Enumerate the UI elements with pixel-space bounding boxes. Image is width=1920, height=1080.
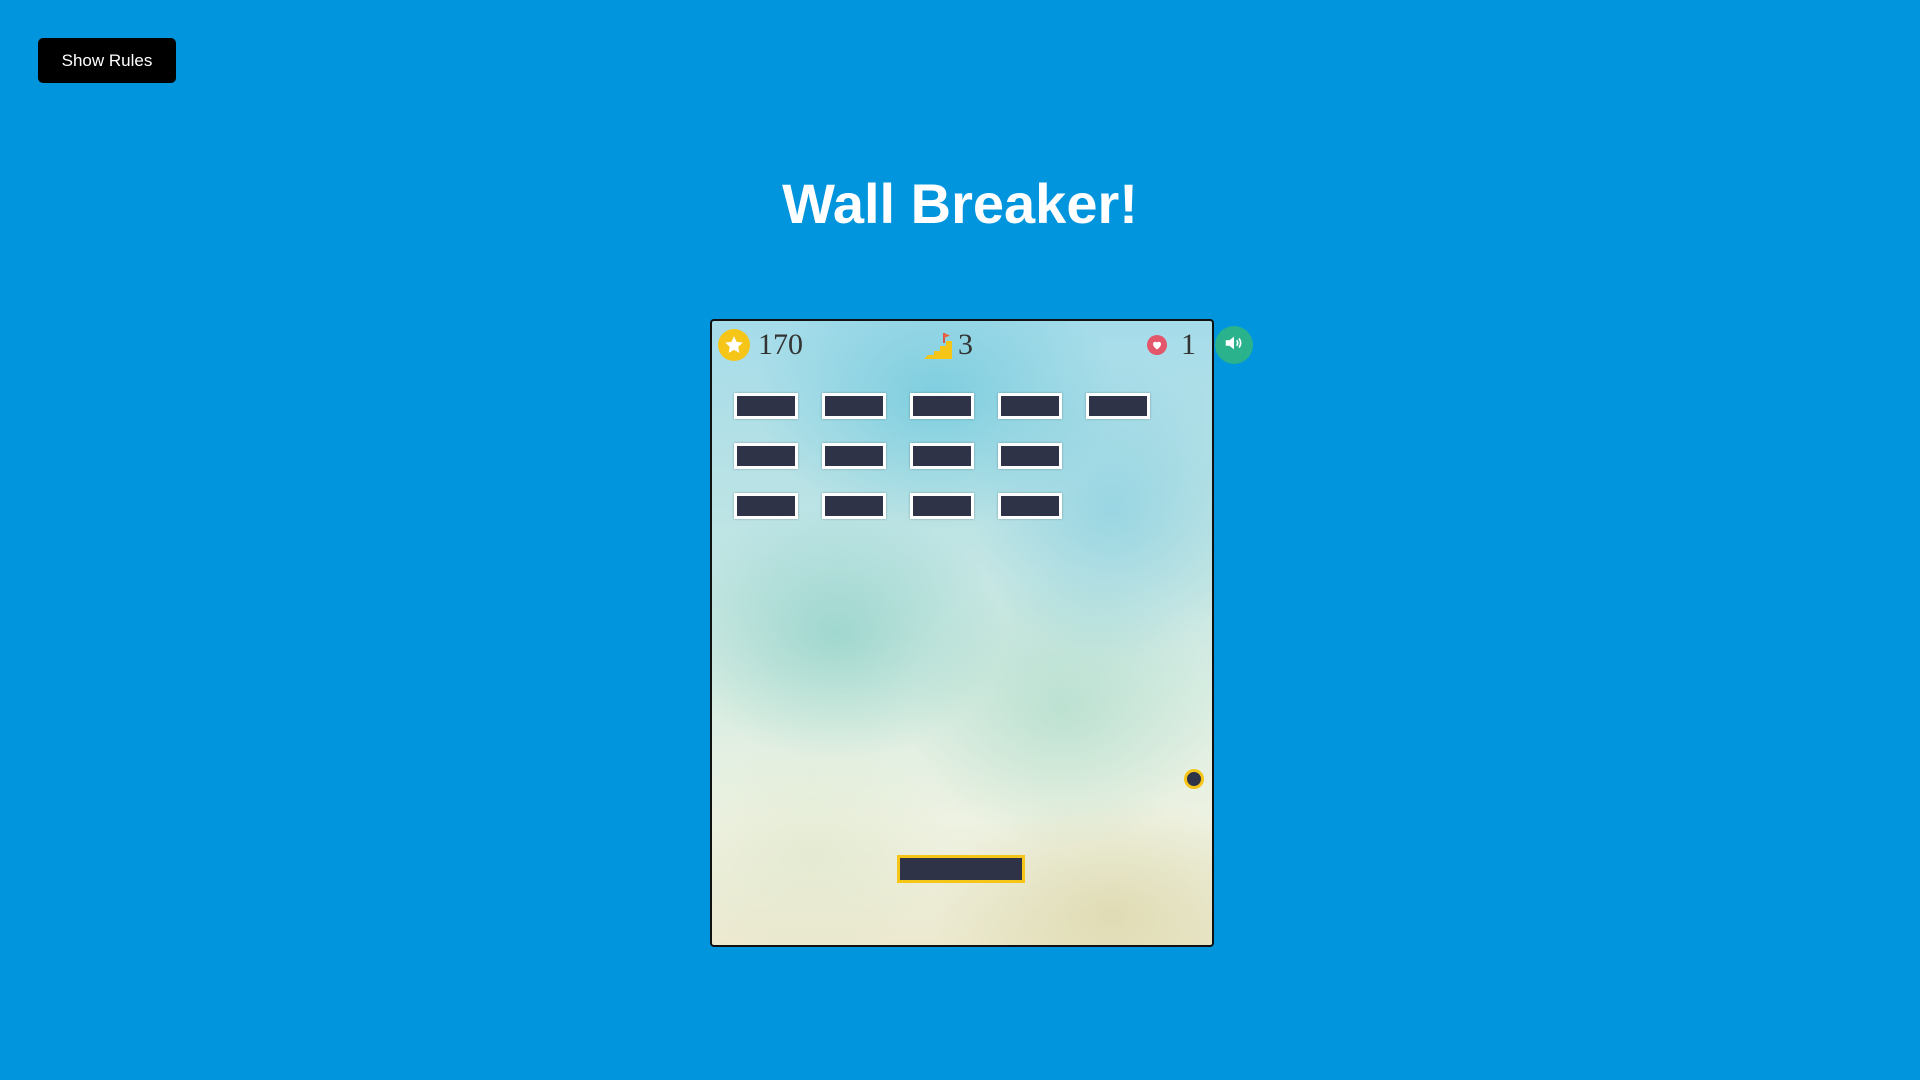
heart-icon (1147, 335, 1167, 355)
lives-value: 1 (1181, 328, 1196, 361)
lives-display: 1 (1147, 327, 1196, 363)
level-flag-icon (922, 329, 954, 361)
star-icon (718, 329, 750, 361)
brick (822, 443, 886, 469)
brick (822, 493, 886, 519)
brick (734, 443, 798, 469)
level-value: 3 (958, 328, 973, 361)
brick (910, 493, 974, 519)
sound-toggle-button[interactable] (1215, 326, 1253, 364)
level-display: 3 (922, 327, 973, 363)
show-rules-button[interactable]: Show Rules (38, 38, 176, 83)
brick (822, 393, 886, 419)
brick (910, 393, 974, 419)
ball (1184, 769, 1204, 789)
speaker-icon (1223, 332, 1245, 359)
brick (998, 393, 1062, 419)
brick (734, 393, 798, 419)
page-title: Wall Breaker! (782, 172, 1138, 235)
brick (998, 493, 1062, 519)
paddle[interactable] (897, 855, 1025, 883)
score-value: 170 (758, 328, 803, 361)
score-display: 170 (718, 327, 803, 363)
brick (734, 493, 798, 519)
brick (1086, 393, 1150, 419)
brick (998, 443, 1062, 469)
brick (910, 443, 974, 469)
